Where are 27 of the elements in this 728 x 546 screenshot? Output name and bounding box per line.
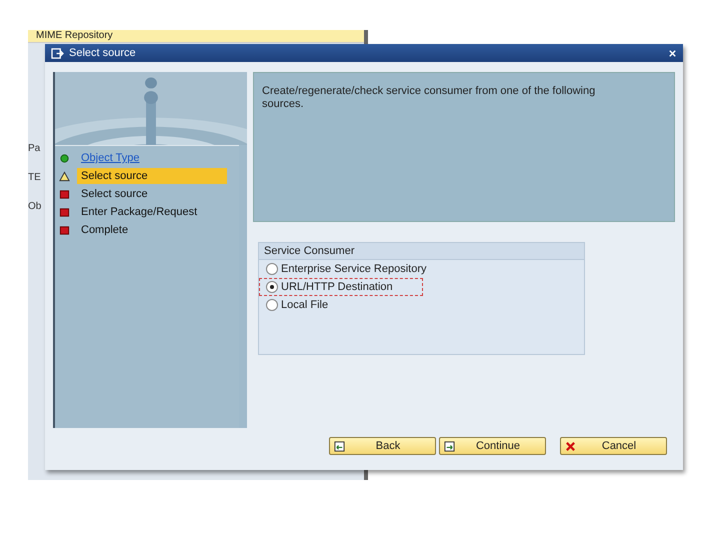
cancel-icon bbox=[565, 440, 576, 452]
radio-button[interactable] bbox=[266, 263, 278, 275]
radio-button[interactable] bbox=[266, 299, 278, 311]
step-item[interactable]: Complete bbox=[77, 222, 227, 238]
status-dot-icon bbox=[59, 152, 70, 164]
back-button[interactable]: Back bbox=[329, 437, 436, 455]
close-icon[interactable] bbox=[668, 48, 677, 58]
radio-label[interactable]: Local File bbox=[281, 299, 328, 311]
radio-button[interactable] bbox=[266, 281, 278, 293]
radio-label[interactable]: Enterprise Service Repository bbox=[281, 263, 427, 275]
field-label: TE bbox=[28, 172, 42, 183]
step-item[interactable]: Select source bbox=[77, 186, 227, 202]
window-title: MIME Repository bbox=[28, 30, 364, 43]
step-item[interactable]: Enter Package/Request bbox=[77, 204, 227, 220]
cancel-button[interactable]: Cancel bbox=[560, 437, 667, 455]
window-icon bbox=[51, 48, 64, 58]
field-label: Pa bbox=[28, 143, 42, 154]
continue-button[interactable]: Continue bbox=[439, 437, 546, 455]
description-text: Create/regenerate/check service consumer from one of the following sources. bbox=[262, 85, 596, 111]
group-title: Service Consumer bbox=[259, 243, 584, 260]
status-square-icon bbox=[59, 188, 70, 200]
dialog-title: Select source bbox=[69, 47, 137, 59]
status-square-icon bbox=[59, 224, 70, 236]
step-item[interactable]: Select source bbox=[77, 168, 227, 184]
field-label: Ob bbox=[28, 201, 42, 212]
warning-triangle-icon bbox=[59, 170, 70, 182]
status-square-icon bbox=[59, 206, 70, 218]
